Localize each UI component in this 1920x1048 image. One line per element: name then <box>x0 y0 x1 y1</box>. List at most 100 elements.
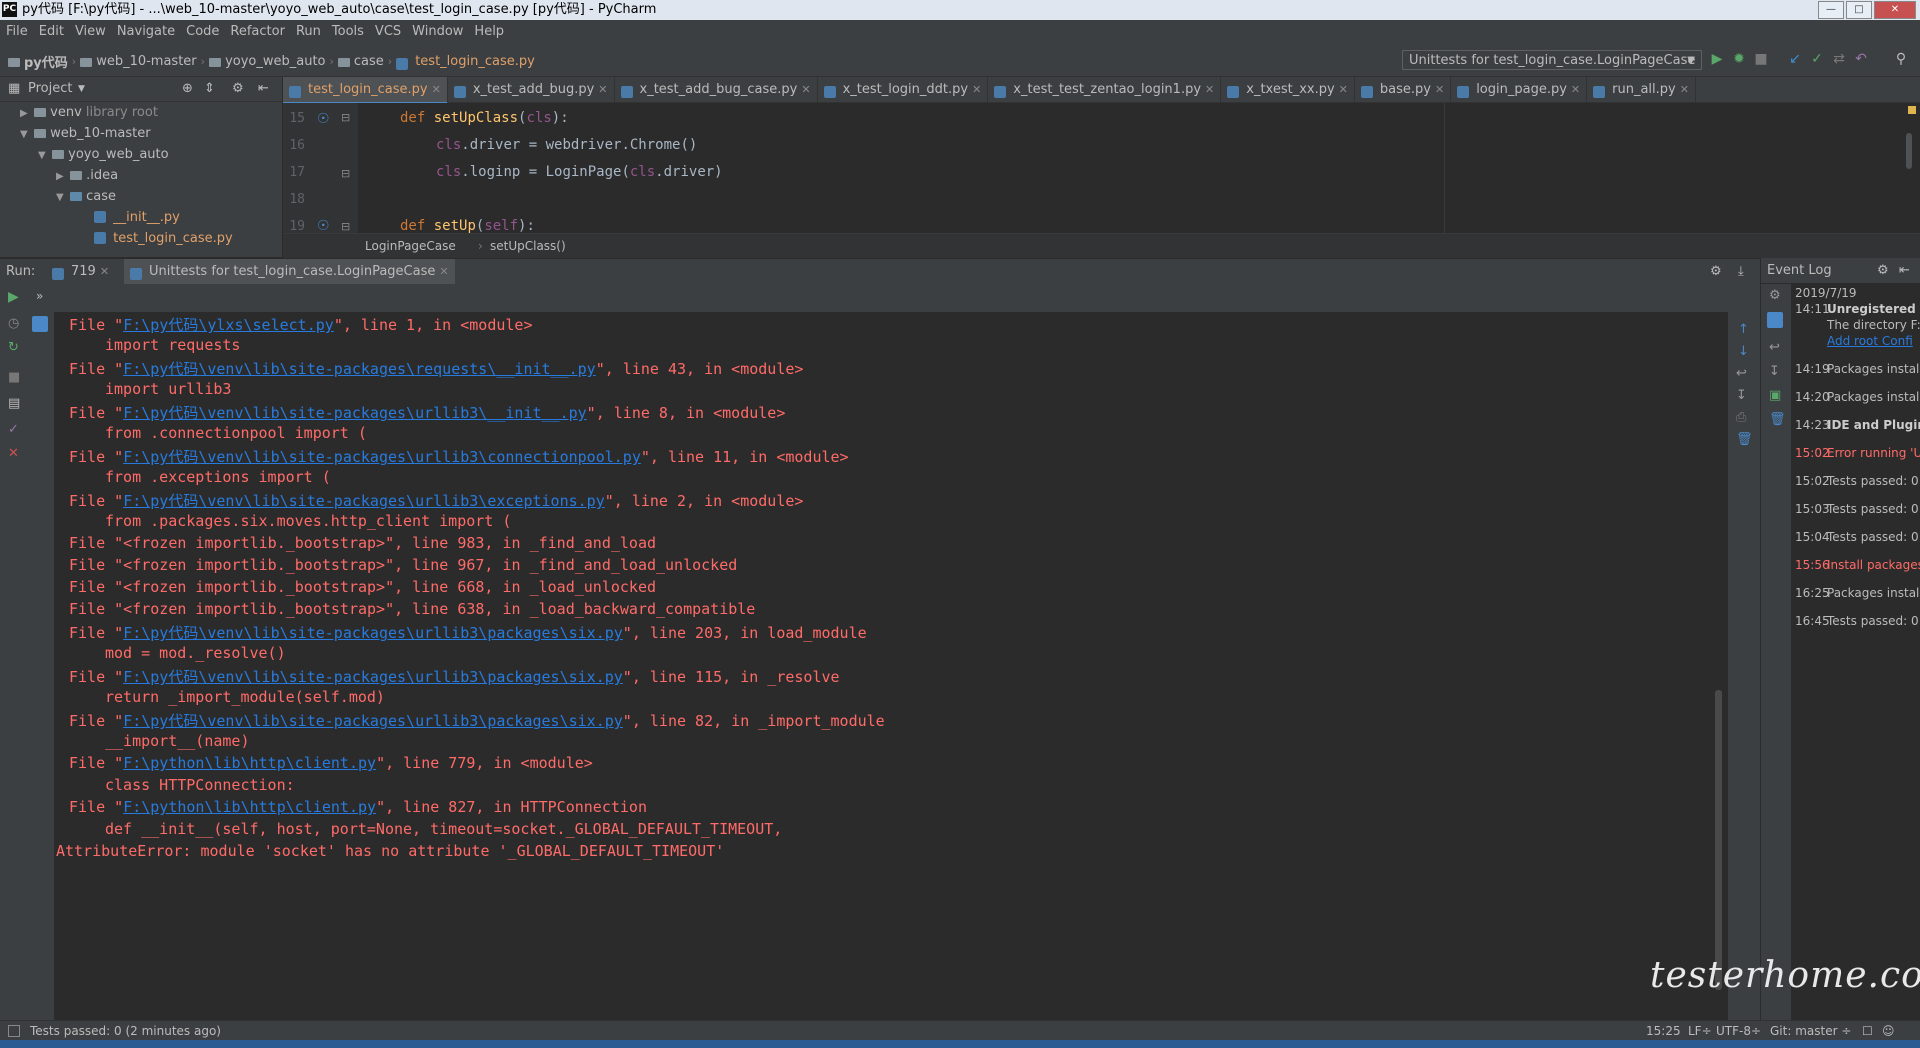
close-tab-icon[interactable]: ✕ <box>100 259 109 284</box>
file-link[interactable]: F:\py代码\venv\lib\site-packages\urllib3\_… <box>123 404 586 422</box>
chevron-down-icon[interactable]: ▼ <box>20 125 34 145</box>
tree-item-idea[interactable]: ▶ .idea <box>56 166 118 186</box>
menu-run[interactable]: Run <box>290 20 326 44</box>
gear-icon[interactable]: ⚙ <box>1877 258 1889 283</box>
fold-icon[interactable]: ⊟ <box>341 111 350 124</box>
close-tab-icon[interactable]: ✕ <box>1205 77 1214 102</box>
warning-marker-icon[interactable] <box>1908 106 1916 114</box>
tree-item-yoyo-web-auto[interactable]: ▼ yoyo_web_auto <box>38 145 169 165</box>
breadcrumb-item[interactable]: yoyo_web_auto <box>225 54 325 69</box>
tab-x-test-test-zentao-login1[interactable]: x_test_test_zentao_login1.py ✕ <box>988 77 1222 102</box>
expand-toolbar-icon[interactable]: » <box>36 289 43 303</box>
menu-help[interactable]: Help <box>468 20 509 44</box>
chevron-down-icon[interactable]: ▼ <box>56 188 70 208</box>
vcs-compare-icon[interactable]: ⇄ <box>1830 50 1848 68</box>
run-icon[interactable]: ▶ <box>1708 50 1726 68</box>
pin-icon[interactable]: ✓ <box>8 422 19 437</box>
editor-scrollbar[interactable] <box>1906 133 1912 169</box>
hide-panel-icon[interactable]: ⇤ <box>1899 258 1910 283</box>
breadcrumb-method[interactable]: setUpClass() <box>478 234 566 258</box>
tree-item-init-py[interactable]: __init__.py <box>94 208 180 228</box>
tab-base[interactable]: base.py ✕ <box>1355 77 1452 102</box>
git-branch[interactable]: Git: master ÷ <box>1770 1021 1851 1041</box>
close-tab-icon[interactable]: ✕ <box>972 77 981 102</box>
run-tab-719[interactable]: 719 ✕ <box>52 259 109 284</box>
tab-test-login-case[interactable]: test_login_case.py ✕ <box>283 77 448 104</box>
breadcrumb-item[interactable]: case <box>354 54 384 69</box>
caret-position[interactable]: 15:25 <box>1646 1021 1681 1041</box>
file-link[interactable]: F:\py代码\venv\lib\site-packages\urllib3\e… <box>123 492 605 510</box>
restore-layout-icon[interactable]: ◷ <box>8 316 19 331</box>
close-tab-icon[interactable]: ✕ <box>1680 77 1689 102</box>
tab-login-page[interactable]: login_page.py ✕ <box>1451 77 1588 102</box>
event-message[interactable]: Add root Confi <box>1827 334 1913 348</box>
stop-icon[interactable]: ■ <box>1752 50 1770 68</box>
override-marker-icon[interactable]: ☉ <box>317 218 330 234</box>
soft-wrap-icon[interactable]: ↩ <box>1769 340 1780 355</box>
close-tab-icon[interactable]: ✕ <box>1339 77 1348 102</box>
close-window-button[interactable]: ✕ <box>1874 1 1916 19</box>
revert-icon[interactable]: ↶ <box>1852 50 1870 68</box>
maximize-button[interactable]: □ <box>1846 1 1872 19</box>
menu-file[interactable]: File <box>0 20 33 44</box>
arrow-down-icon[interactable]: ↓ <box>1738 344 1749 359</box>
soft-wrap-icon[interactable]: ↩ <box>1736 366 1747 381</box>
minimize-button[interactable]: — <box>1818 1 1844 19</box>
chevron-right-icon[interactable]: ▶ <box>56 167 70 187</box>
run-tab-unittests[interactable]: Unittests for test_login_case.LoginPageC… <box>124 259 455 284</box>
gear-icon[interactable]: ⚙ <box>1710 259 1722 284</box>
search-icon[interactable]: ⚲ <box>1892 50 1910 68</box>
debug-icon[interactable]: ✹ <box>1730 50 1748 68</box>
console-scrollbar[interactable] <box>1715 690 1722 990</box>
menu-vcs[interactable]: VCS <box>369 20 406 44</box>
settings-icon[interactable]: ⚙ <box>1769 288 1781 303</box>
event-icon[interactable]: ▣ <box>1769 388 1781 403</box>
breadcrumb-item[interactable]: test_login_case.py <box>415 54 535 69</box>
close-tab-icon[interactable]: ✕ <box>432 77 441 102</box>
arrow-up-icon[interactable]: ↑ <box>1738 322 1749 337</box>
project-panel-title[interactable]: Project <box>28 77 72 101</box>
toggle-tool-windows-icon[interactable] <box>8 1025 20 1037</box>
chevron-right-icon[interactable]: ▶ <box>20 104 34 124</box>
breadcrumb-class[interactable]: LoginPageCase <box>365 234 456 258</box>
menu-edit[interactable]: Edit <box>33 20 69 44</box>
close-tab-icon[interactable]: ✕ <box>1571 77 1580 102</box>
file-link[interactable]: F:\py代码\venv\lib\site-packages\urllib3\c… <box>123 448 641 466</box>
file-encoding[interactable]: UTF-8÷ <box>1716 1021 1761 1041</box>
tab-x-test-login-ddt[interactable]: x_test_login_ddt.py ✕ <box>818 77 989 102</box>
close-tab-icon[interactable]: ✕ <box>439 259 448 284</box>
vcs-commit-icon[interactable]: ✓ <box>1808 50 1826 68</box>
menu-window[interactable]: Window <box>406 20 468 44</box>
status-message[interactable]: Tests passed: 0 (2 minutes ago) <box>30 1021 221 1041</box>
tab-x-test-add-bug[interactable]: x_test_add_bug.py ✕ <box>448 77 615 102</box>
file-link[interactable]: F:\python\lib\http\client.py <box>123 798 376 816</box>
print-icon[interactable]: ⎙ <box>1736 410 1746 425</box>
run-configuration-select[interactable]: Unittests for test_login_case.LoginPageC… <box>1402 50 1702 70</box>
tree-item-venv[interactable]: ▶ venv library root <box>20 103 158 123</box>
hide-panel-icon[interactable]: ⤓ <box>1738 259 1744 284</box>
gear-icon[interactable]: ⚙ <box>232 77 244 101</box>
menu-view[interactable]: View <box>69 20 111 44</box>
fold-icon[interactable]: ⊟ <box>341 220 350 233</box>
vcs-update-icon[interactable]: ↙ <box>1786 50 1804 68</box>
trash-icon[interactable]: 🗑 <box>1736 432 1753 447</box>
tree-item-test-login-case[interactable]: test_login_case.py <box>94 229 233 249</box>
mark-read-icon[interactable] <box>1767 312 1783 328</box>
inspector-icon[interactable]: ☺ <box>1882 1021 1895 1041</box>
rerun-failed-icon[interactable]: ↻ <box>8 340 19 355</box>
scroll-to-end-icon[interactable]: ↧ <box>1769 364 1780 379</box>
breadcrumb-item[interactable]: py代码 <box>24 52 68 71</box>
menu-code[interactable]: Code <box>180 20 224 44</box>
code-editor[interactable]: def setUpClass(cls): cls.driver = webdri… <box>358 103 1920 233</box>
menu-navigate[interactable]: Navigate <box>111 20 180 44</box>
collapse-icon[interactable]: ⇕ <box>204 77 215 101</box>
override-marker-icon[interactable]: ☉ <box>317 111 330 127</box>
chevron-down-icon[interactable]: ▼ <box>38 146 52 166</box>
breadcrumb-item[interactable]: web_10-master <box>96 54 196 69</box>
file-link[interactable]: F:\py代码\venv\lib\site-packages\urllib3\p… <box>123 668 623 686</box>
file-link[interactable]: F:\py代码\venv\lib\site-packages\urllib3\p… <box>123 712 623 730</box>
close-tab-icon[interactable]: ✕ <box>598 77 607 102</box>
chevron-down-icon[interactable]: ▼ <box>78 77 85 101</box>
close-run-icon[interactable]: ✕ <box>8 446 19 461</box>
tree-item-web10-master[interactable]: ▼ web_10-master <box>20 124 151 144</box>
